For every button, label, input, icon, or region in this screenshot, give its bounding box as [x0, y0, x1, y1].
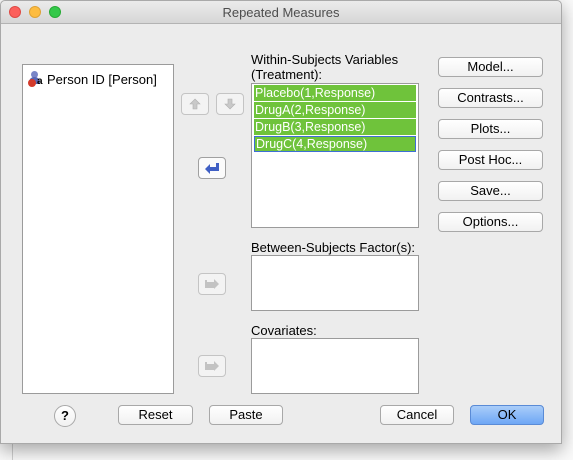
window-title: Repeated Measures: [222, 5, 340, 20]
nominal-variable-icon: a: [28, 71, 44, 87]
down-arrow-icon: [224, 98, 236, 110]
within-subjects-list[interactable]: Placebo(1,Response) DrugA(2,Response) Dr…: [251, 83, 419, 228]
paste-button[interactable]: Paste: [209, 405, 283, 425]
cancel-button[interactable]: Cancel: [380, 405, 454, 425]
post-hoc-button[interactable]: Post Hoc...: [438, 150, 543, 170]
list-item[interactable]: DrugC(4,Response): [254, 136, 416, 152]
model-button[interactable]: Model...: [438, 57, 543, 77]
list-item[interactable]: Placebo(1,Response): [254, 85, 416, 101]
plots-button[interactable]: Plots...: [438, 119, 543, 139]
save-button[interactable]: Save...: [438, 181, 543, 201]
list-item[interactable]: a Person ID [Person]: [28, 71, 157, 87]
between-subjects-label: Between-Subjects Factor(s):: [251, 240, 416, 255]
up-arrow-icon: [189, 98, 201, 110]
within-subjects-label: Within-Subjects Variables: [251, 52, 399, 67]
list-item[interactable]: DrugB(3,Response): [254, 119, 416, 135]
move-to-covariates-button[interactable]: [198, 355, 226, 377]
list-item[interactable]: DrugA(2,Response): [254, 102, 416, 118]
move-back-arrow-icon: [205, 163, 219, 174]
source-item-label: Person ID [Person]: [47, 71, 157, 87]
reset-button[interactable]: Reset: [118, 405, 193, 425]
move-down-button[interactable]: [216, 93, 244, 115]
repeated-measures-dialog: Repeated Measures a Person ID [Person] W…: [0, 0, 562, 444]
move-within-variable-button[interactable]: [198, 157, 226, 179]
move-to-between-button[interactable]: [198, 273, 226, 295]
contrasts-button[interactable]: Contrasts...: [438, 88, 543, 108]
between-subjects-list[interactable]: [251, 255, 419, 311]
source-variable-list[interactable]: a Person ID [Person]: [22, 64, 174, 394]
covariates-label: Covariates:: [251, 323, 317, 338]
help-button[interactable]: ?: [54, 405, 76, 427]
title-bar[interactable]: Repeated Measures: [1, 1, 561, 24]
move-right-arrow-icon: [205, 279, 219, 289]
move-right-arrow-icon: [205, 361, 219, 371]
ok-button[interactable]: OK: [470, 405, 544, 425]
options-button[interactable]: Options...: [438, 212, 543, 232]
within-subjects-factor-label: (Treatment):: [251, 67, 323, 82]
move-up-button[interactable]: [181, 93, 209, 115]
covariates-list[interactable]: [251, 338, 419, 394]
